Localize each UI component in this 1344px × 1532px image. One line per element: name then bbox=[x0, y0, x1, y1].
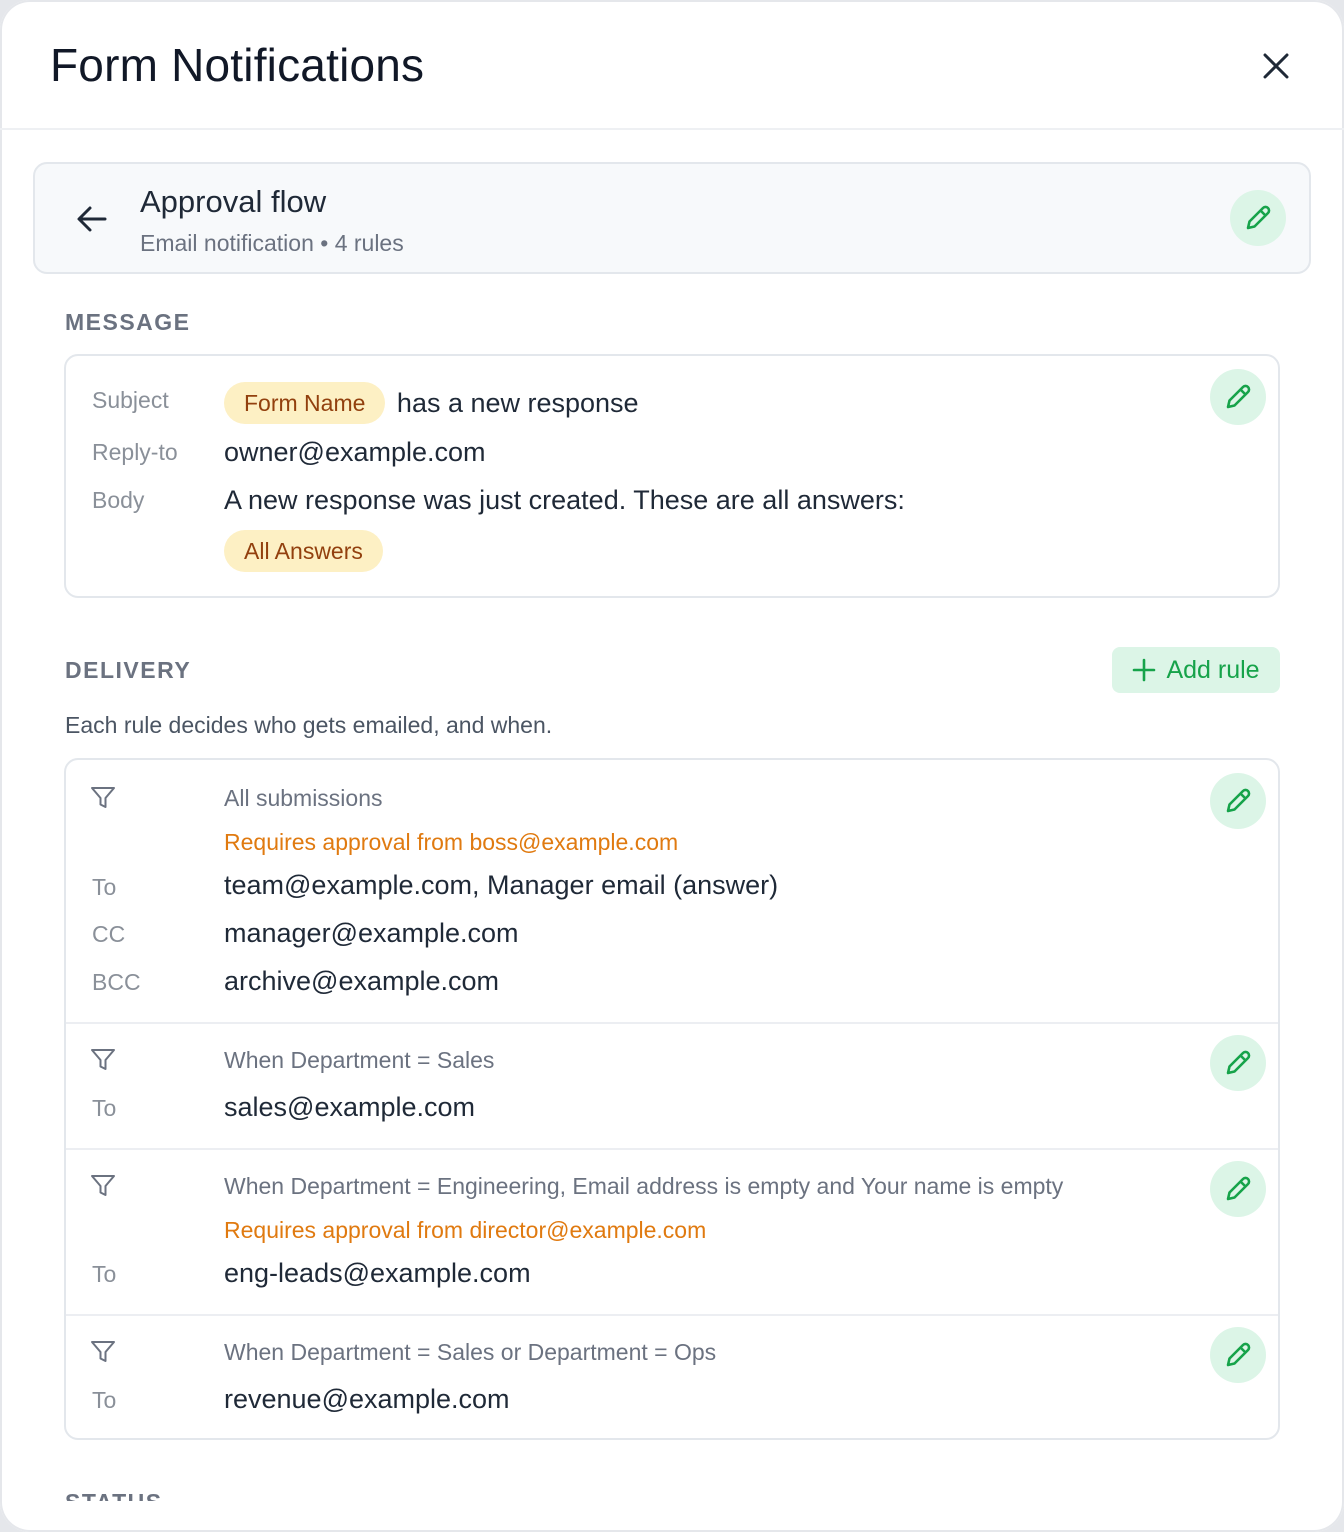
to-label: To bbox=[92, 874, 117, 900]
page-title: Form Notifications bbox=[50, 39, 425, 91]
rule-approval: Requires approval from boss@example.com bbox=[224, 829, 679, 855]
filter-icon bbox=[91, 1175, 115, 1196]
rule-condition: All submissions bbox=[224, 785, 383, 811]
rule-item[interactable]: When Department = Sales To sales@example… bbox=[66, 1024, 1278, 1148]
pencil-icon bbox=[1226, 1050, 1251, 1075]
back-button[interactable] bbox=[71, 198, 113, 240]
rule-item[interactable]: When Department = Sales or Department = … bbox=[66, 1316, 1278, 1438]
cc-label: CC bbox=[92, 921, 126, 947]
rule-item[interactable]: When Department = Engineering, Email add… bbox=[66, 1150, 1278, 1314]
edit-rule-button[interactable] bbox=[1210, 1327, 1266, 1383]
reply-to-value: owner@example.com bbox=[224, 437, 486, 467]
all-answers-chip: All Answers bbox=[224, 530, 383, 572]
filter-icon bbox=[91, 1049, 115, 1070]
edit-flow-button[interactable] bbox=[1230, 190, 1286, 246]
pencil-icon bbox=[1226, 1176, 1251, 1201]
flow-title: Approval flow bbox=[140, 184, 327, 219]
pencil-icon bbox=[1246, 205, 1271, 230]
notifications-modal: Form Notifications Approval flow Email n… bbox=[0, 0, 1344, 1532]
filter-icon bbox=[91, 787, 115, 808]
subject-value: Form Name has a new response bbox=[224, 382, 639, 424]
to-recipients: revenue@example.com bbox=[224, 1384, 510, 1414]
to-recipients: sales@example.com bbox=[224, 1092, 476, 1122]
add-rule-label: Add rule bbox=[1166, 655, 1260, 684]
body-text: A new response was just created. These a… bbox=[224, 485, 905, 515]
body-label: Body bbox=[92, 487, 145, 513]
filter-icon bbox=[91, 1341, 115, 1362]
body-chip-row: All Answers bbox=[224, 530, 383, 572]
rule-condition: When Department = Sales bbox=[224, 1047, 495, 1073]
to-recipients: team@example.com, Manager email (answer) bbox=[224, 870, 779, 900]
flow-subtitle: Email notification • 4 rules bbox=[140, 230, 404, 256]
bcc-recipients: archive@example.com bbox=[224, 966, 500, 996]
rules-list: All submissions Requires approval from b… bbox=[64, 758, 1280, 1440]
to-label: To bbox=[92, 1261, 117, 1287]
bcc-label: BCC bbox=[92, 969, 141, 995]
modal-header: Form Notifications bbox=[0, 0, 1344, 130]
pencil-icon bbox=[1226, 788, 1251, 813]
status-label-text: STATUS bbox=[65, 1490, 163, 1501]
flow-summary-card: Approval flow Email notification • 4 rul… bbox=[33, 162, 1311, 274]
delivery-helper-text: Each rule decides who gets emailed, and … bbox=[65, 712, 553, 738]
cc-recipients: manager@example.com bbox=[224, 918, 519, 948]
close-icon bbox=[1263, 53, 1289, 79]
delivery-section-label: DELIVERY bbox=[65, 657, 192, 683]
edit-message-button[interactable] bbox=[1210, 369, 1266, 425]
message-card: Subject Form Name has a new response Rep… bbox=[64, 354, 1280, 598]
subject-label: Subject bbox=[92, 387, 169, 413]
arrow-left-icon bbox=[77, 206, 107, 232]
status-section-label: STATUS bbox=[65, 1490, 163, 1501]
pencil-icon bbox=[1226, 1342, 1251, 1367]
plus-icon bbox=[1133, 658, 1156, 682]
rule-condition: When Department = Engineering, Email add… bbox=[224, 1173, 1064, 1199]
close-button[interactable] bbox=[1246, 36, 1306, 96]
subject-text: has a new response bbox=[396, 387, 639, 418]
edit-rule-button[interactable] bbox=[1210, 773, 1266, 829]
to-label: To bbox=[92, 1387, 117, 1413]
reply-to-label: Reply-to bbox=[92, 439, 178, 465]
add-rule-button[interactable]: Add rule bbox=[1112, 647, 1280, 693]
to-recipients: eng-leads@example.com bbox=[224, 1258, 531, 1288]
message-section-label: MESSAGE bbox=[65, 309, 191, 335]
rule-item[interactable]: All submissions Requires approval from b… bbox=[66, 760, 1278, 1022]
rule-condition: When Department = Sales or Department = … bbox=[224, 1339, 717, 1365]
edit-rule-button[interactable] bbox=[1210, 1035, 1266, 1091]
pencil-icon bbox=[1226, 384, 1251, 409]
edit-rule-button[interactable] bbox=[1210, 1161, 1266, 1217]
form-name-chip: Form Name bbox=[224, 382, 386, 424]
rule-approval: Requires approval from director@example.… bbox=[224, 1217, 707, 1243]
to-label: To bbox=[92, 1095, 117, 1121]
